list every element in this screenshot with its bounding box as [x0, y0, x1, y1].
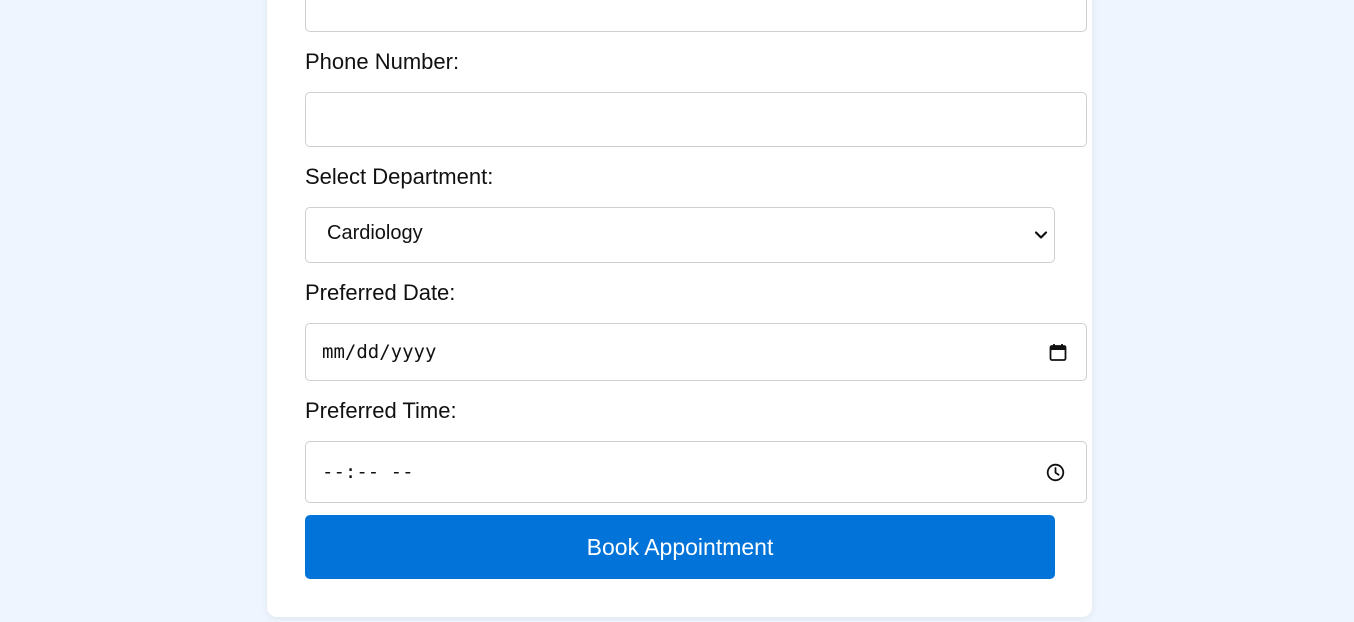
book-appointment-button[interactable]: Book Appointment — [305, 515, 1055, 579]
department-label: Select Department: — [305, 164, 494, 189]
clock-icon[interactable] — [1046, 463, 1065, 487]
chevron-down-icon — [1034, 228, 1048, 247]
preferred-date-label: Preferred Date: — [305, 280, 456, 305]
date-placeholder: mm/dd/yyyy — [322, 341, 437, 363]
book-appointment-label: Book Appointment — [586, 533, 774, 560]
preferred-date-input[interactable]: mm/dd/yyyy — [305, 323, 1087, 381]
preferred-time-input[interactable]: --:-- -- — [305, 441, 1087, 503]
time-placeholder: --:-- -- — [322, 461, 414, 483]
previous-input-field[interactable] — [305, 0, 1087, 32]
preferred-time-label: Preferred Time: — [305, 398, 457, 423]
phone-number-label: Phone Number: — [305, 49, 460, 74]
department-select[interactable]: Cardiology — [305, 207, 1055, 263]
phone-number-input[interactable] — [305, 92, 1087, 147]
department-selected-value: Cardiology — [327, 222, 423, 244]
calendar-icon[interactable] — [1049, 343, 1067, 367]
